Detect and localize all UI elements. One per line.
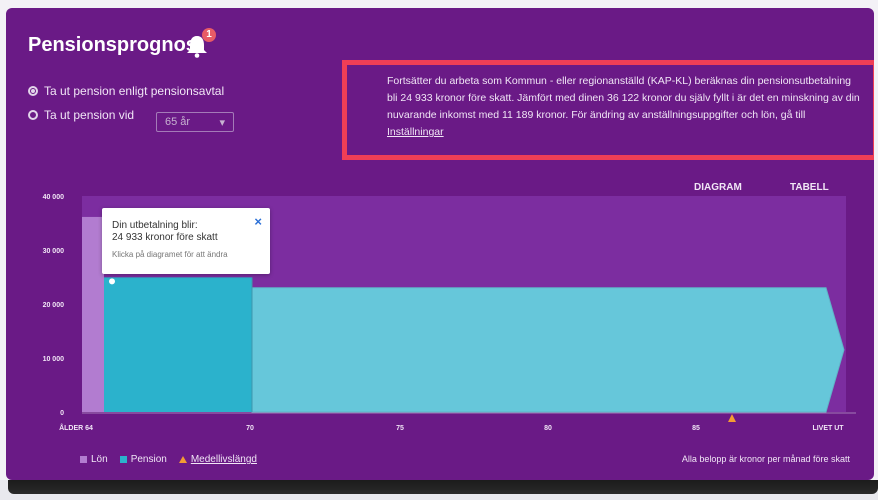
legend-label-pension: Pension — [130, 454, 167, 465]
selected-point — [109, 278, 115, 285]
warning-triangle-icon — [178, 455, 187, 463]
tooltip-line2: 24 933 kronor före skatt — [112, 232, 218, 243]
y-tick-label: 10 000 — [43, 356, 65, 363]
x-tick-label: LIVET UT — [812, 425, 844, 432]
legend-item-life-expectancy[interactable]: Medellivslängd — [178, 454, 257, 465]
pension-swatch-icon — [119, 455, 127, 463]
y-tick-label: 20 000 — [43, 302, 65, 309]
amount-note: Alla belopp är kronor per månad före ska… — [681, 454, 850, 464]
close-icon[interactable]: × — [254, 214, 262, 229]
x-tick-label: 70 — [246, 425, 254, 432]
x-tick-label: 85 — [692, 425, 700, 432]
x-tick-label: 75 — [396, 425, 404, 432]
payout-tooltip: Din utbetalning blir: 24 933 kronor före… — [102, 208, 270, 274]
salary-swatch-icon — [80, 455, 87, 463]
life-expectancy-marker — [728, 414, 736, 422]
pension-forecast-panel: Pensionsprognos 1 Ta ut pension enligt p… — [6, 8, 874, 480]
pension-area-later — [251, 287, 845, 413]
pension-area-early — [104, 277, 252, 412]
tooltip-line1: Din utbetalning blir: — [112, 220, 198, 231]
chart-legend: Lön Pension Medellivslängd — [80, 454, 257, 465]
legend-label-salary: Lön — [91, 454, 108, 465]
legend-item-pension: Pension — [119, 454, 167, 465]
legend-label-life-expectancy[interactable]: Medellivslängd — [191, 454, 257, 465]
y-tick-label: 30 000 — [43, 248, 65, 255]
bottom-shadow — [8, 480, 878, 494]
legend-item-salary: Lön — [80, 454, 108, 465]
y-tick-label: 40 000 — [43, 194, 65, 201]
salary-bar — [82, 216, 104, 412]
x-tick-label: 80 — [544, 425, 552, 432]
tooltip-line3: Klicka på diagramet för att ändra — [112, 250, 228, 259]
x-tick-label: ÅLDER 64 — [59, 423, 93, 432]
y-tick-label: 0 — [60, 410, 64, 417]
